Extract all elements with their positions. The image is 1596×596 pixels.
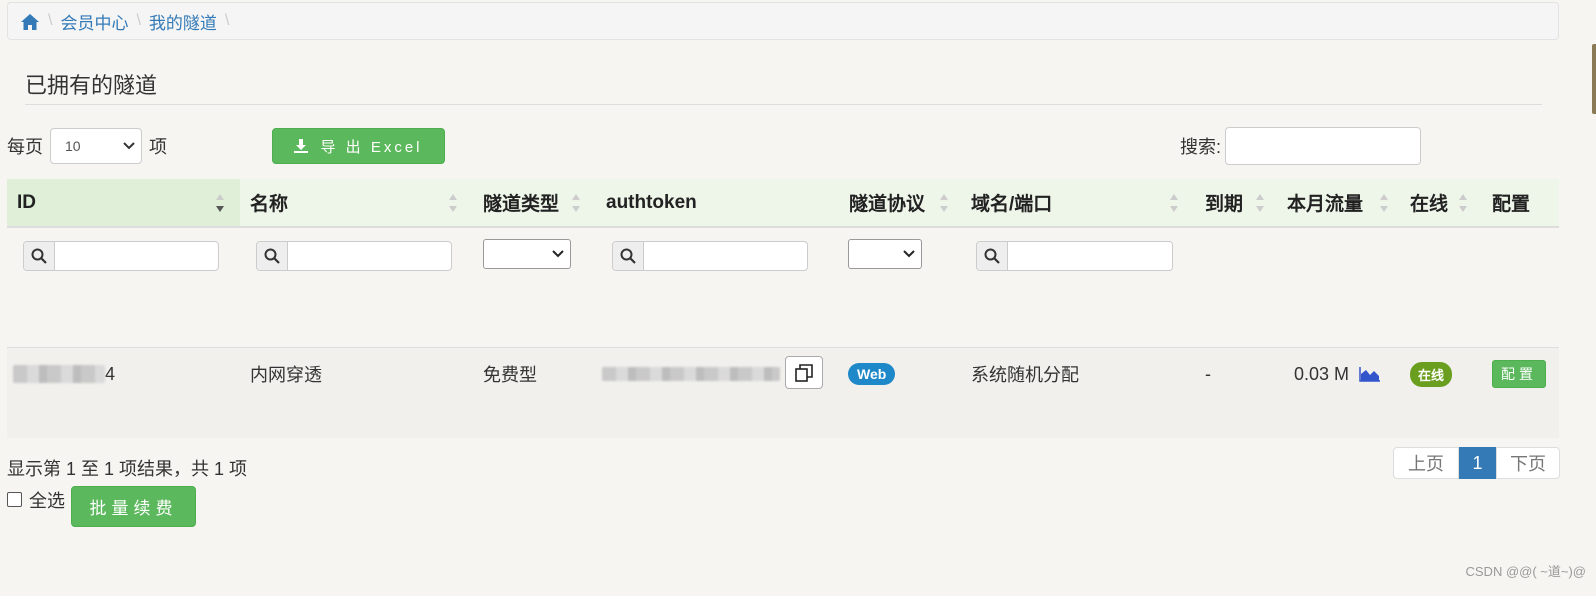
- column-header-protocol[interactable]: 隧道协议: [839, 179, 961, 226]
- export-excel-label: 导 出 Excel: [320, 138, 423, 156]
- export-excel-button[interactable]: 导 出 Excel: [272, 128, 445, 164]
- page-length-value: 10: [65, 138, 81, 154]
- column-header-type[interactable]: 隧道类型: [473, 179, 596, 226]
- copy-icon: [795, 363, 813, 382]
- cell-authtoken: [602, 348, 780, 400]
- breadcrumb-my-tunnels[interactable]: 我的隧道: [149, 9, 217, 34]
- sort-icon: [1459, 194, 1467, 212]
- column-header-config: 配置: [1482, 179, 1559, 226]
- column-label: 本月流量: [1287, 194, 1364, 215]
- column-label: 在线: [1410, 194, 1449, 215]
- watermark: CSDN @@( ~道~)@: [1465, 564, 1587, 579]
- cell-online: 在线: [1410, 348, 1453, 400]
- traffic-value: 0.03 M: [1294, 363, 1350, 384]
- search-input[interactable]: [1225, 127, 1422, 165]
- chevron-down-icon: [903, 250, 915, 258]
- table-info-text: 显示第 1 至 1 项结果，共 1 项: [7, 459, 248, 479]
- column-header-domain[interactable]: 域名/端口: [961, 179, 1195, 226]
- page-edge-scroll-tab: [1592, 44, 1596, 114]
- global-search: 搜索:: [1180, 127, 1422, 165]
- id-suffix: 4: [105, 363, 116, 384]
- page-length-select[interactable]: 10: [50, 128, 142, 164]
- sort-icon: [1256, 194, 1264, 212]
- area-chart-icon[interactable]: [1359, 366, 1381, 382]
- online-status-badge: 在线: [1410, 361, 1453, 387]
- copy-authtoken-button[interactable]: [785, 356, 823, 389]
- column-label: ID: [17, 191, 36, 213]
- home-icon[interactable]: [20, 13, 40, 31]
- breadcrumb-separator: \: [224, 12, 230, 29]
- select-all-checkbox[interactable]: [7, 492, 22, 507]
- filter-type-select[interactable]: [483, 239, 571, 269]
- filter-name-input[interactable]: [256, 241, 452, 271]
- column-label: 域名/端口: [971, 194, 1053, 215]
- sort-icon: [940, 194, 948, 212]
- column-filter-row: [7, 226, 1559, 346]
- redacted-authtoken: [602, 367, 780, 381]
- search-icon: [257, 242, 288, 270]
- pagination-next[interactable]: 下页: [1496, 447, 1560, 479]
- cell-domain: 系统随机分配: [971, 365, 1079, 385]
- table-row: 4 内网穿透 免费型 Web 系统随机分配 - 0.03 M 在线 配置: [7, 347, 1559, 438]
- breadcrumb-separator: \: [48, 12, 53, 29]
- chevron-down-icon: [123, 142, 135, 150]
- cell-traffic: 0.03 M: [1294, 348, 1381, 400]
- column-header-authtoken: authtoken: [596, 179, 839, 226]
- filter-domain-input[interactable]: [976, 241, 1173, 271]
- cell-type: 免费型: [483, 365, 537, 385]
- bulk-renew-button[interactable]: 批量续费: [71, 486, 196, 527]
- pagination-prev[interactable]: 上页: [1393, 447, 1459, 479]
- column-label: authtoken: [606, 191, 697, 213]
- sort-desc-icon: [216, 194, 224, 212]
- search-label: 搜索:: [1180, 137, 1222, 157]
- search-icon: [613, 242, 644, 270]
- column-header-online[interactable]: 在线: [1400, 179, 1482, 226]
- sort-icon: [449, 194, 457, 212]
- redacted-id: [13, 365, 105, 383]
- table-header: ID 名称 隧道类型 authtoken 隧道协议 域名/端口 到期 本月流量 …: [7, 179, 1559, 228]
- length-suffix-label: 项: [149, 137, 167, 157]
- breadcrumb-member-center[interactable]: 会员中心: [60, 9, 128, 34]
- sort-icon: [572, 194, 580, 212]
- filter-authtoken-input[interactable]: [612, 241, 808, 271]
- title-divider: [25, 104, 1542, 105]
- column-label: 隧道类型: [483, 194, 560, 215]
- cell-expire: -: [1205, 363, 1211, 384]
- download-icon: [294, 139, 309, 153]
- column-header-name[interactable]: 名称: [240, 179, 473, 226]
- sort-icon: [1170, 194, 1178, 212]
- column-header-traffic[interactable]: 本月流量: [1277, 179, 1400, 226]
- cell-protocol: Web: [848, 348, 896, 400]
- pagination-page-current[interactable]: 1: [1459, 447, 1496, 479]
- sort-icon: [1380, 194, 1388, 212]
- pagination: 上页 1 下页: [1393, 447, 1560, 479]
- search-icon: [24, 242, 55, 270]
- column-header-expire[interactable]: 到期: [1195, 179, 1277, 226]
- select-all-label[interactable]: 全选: [29, 487, 65, 513]
- column-header-id[interactable]: ID: [7, 179, 240, 226]
- cell-id: 4: [13, 348, 115, 400]
- column-label: 到期: [1205, 194, 1244, 215]
- breadcrumb: \ 会员中心 \ 我的隧道 \: [7, 2, 1559, 40]
- chevron-down-icon: [552, 250, 564, 258]
- filter-protocol-select[interactable]: [848, 239, 922, 269]
- cell-config: 配置: [1492, 348, 1546, 400]
- column-label: 名称: [250, 194, 289, 215]
- column-label: 隧道协议: [849, 194, 926, 215]
- page-title: 已拥有的隧道: [25, 73, 158, 98]
- config-button[interactable]: 配置: [1492, 360, 1546, 388]
- length-prefix-label: 每页: [7, 137, 43, 157]
- cell-name: 内网穿透: [250, 365, 322, 385]
- protocol-badge: Web: [848, 363, 896, 385]
- filter-id-input[interactable]: [23, 241, 219, 271]
- breadcrumb-separator: \: [136, 12, 141, 29]
- page-length-control: 每页 10 项: [7, 128, 167, 164]
- search-icon: [977, 242, 1008, 270]
- column-label: 配置: [1492, 194, 1531, 215]
- bulk-actions: 全选 批量续费: [7, 486, 196, 527]
